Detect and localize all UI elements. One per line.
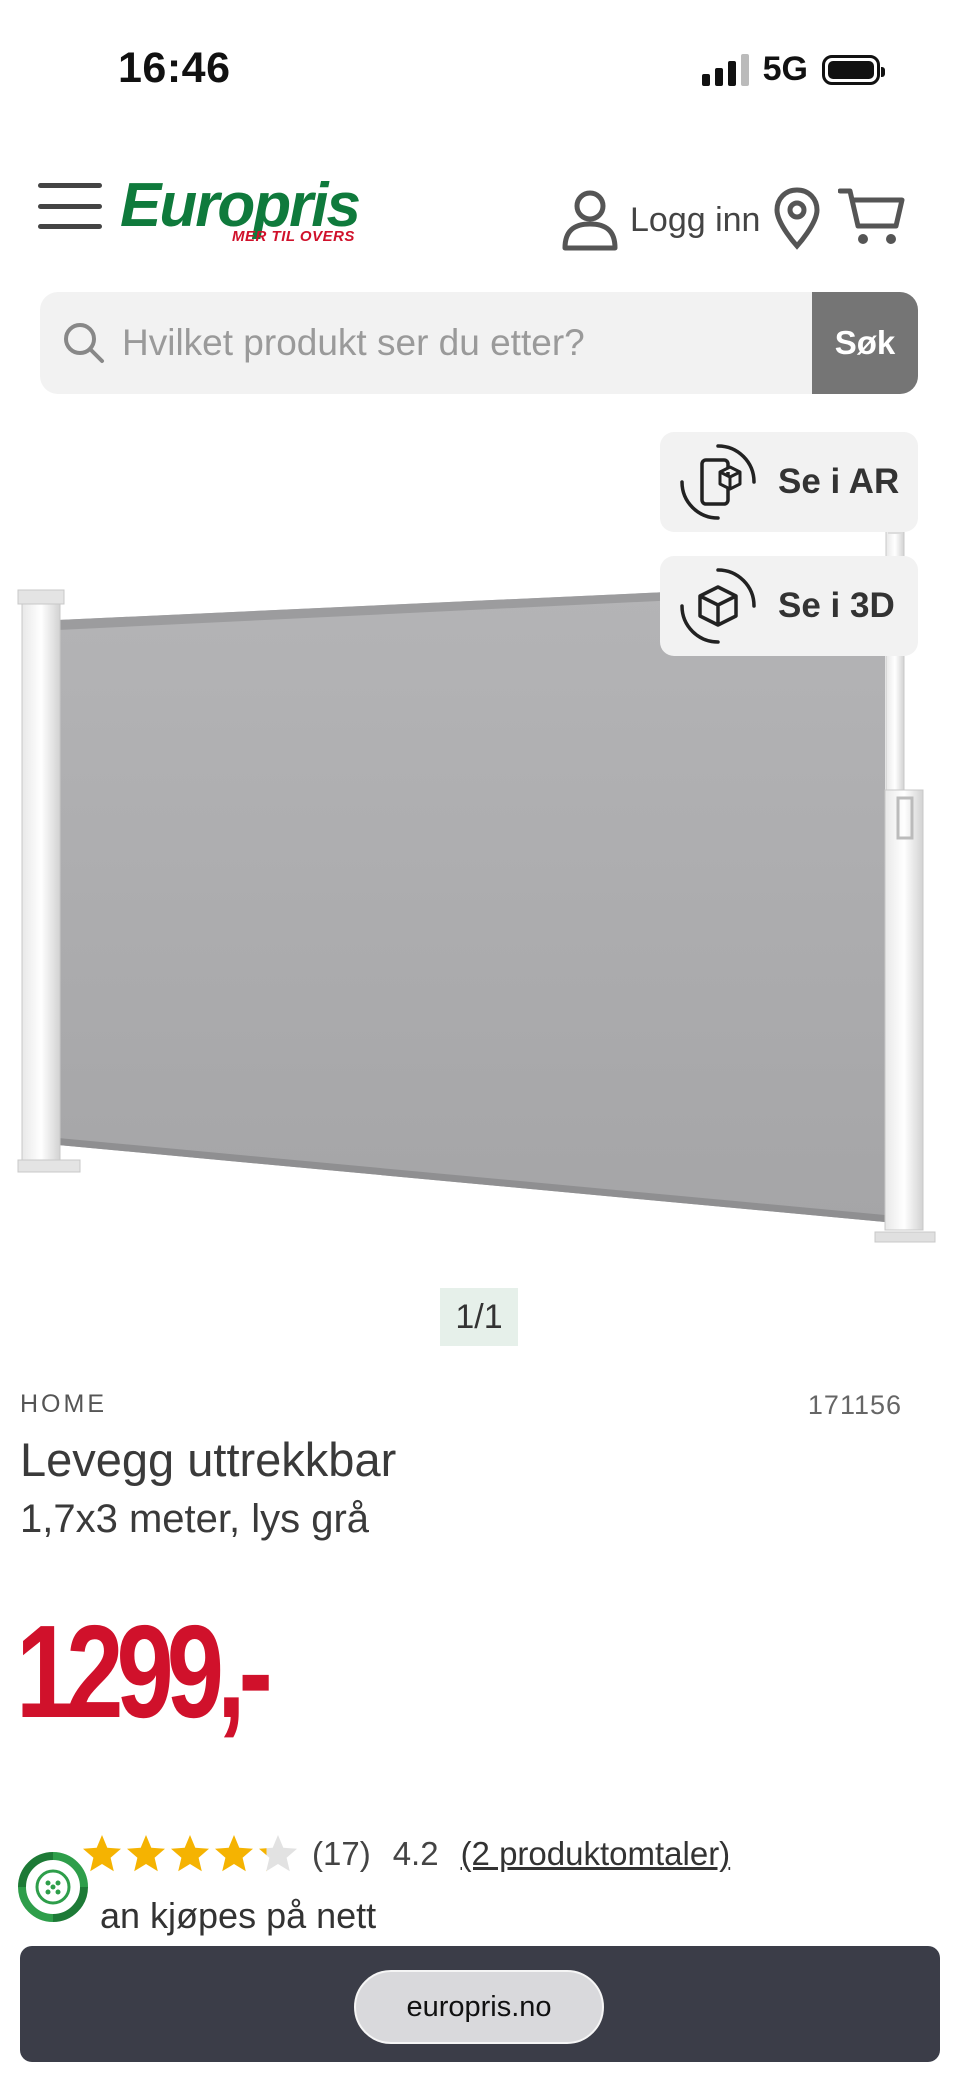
rating-star xyxy=(215,1835,253,1872)
battery-icon xyxy=(822,54,885,85)
3d-label: Se i 3D xyxy=(778,586,895,625)
rating-star xyxy=(127,1835,165,1872)
product-price: 1299,- xyxy=(16,1598,273,1745)
menu-icon-line xyxy=(38,183,102,188)
search-input[interactable] xyxy=(112,292,812,394)
ar-label: Se i AR xyxy=(778,462,900,501)
ar-icon xyxy=(680,444,756,520)
product-sku: 171156 xyxy=(807,1390,902,1420)
status-time: 16:46 xyxy=(118,44,231,92)
menu-icon-line xyxy=(38,224,102,229)
search-bar: Søk xyxy=(40,292,918,394)
3d-cube-icon xyxy=(680,568,756,644)
product-subtitle: 1,7x3 meter, lys grå xyxy=(20,1497,370,1541)
search-icon xyxy=(56,315,112,371)
availability-text: an kjøpes på nett xyxy=(100,1895,377,1936)
menu-icon-line xyxy=(38,203,102,209)
network-label: 5G xyxy=(762,50,808,88)
logo-text: Europris xyxy=(120,171,361,240)
rating-row: (17) 4.2 (2 produktomtaler) xyxy=(80,1832,730,1876)
product-brand: HOME xyxy=(20,1390,107,1418)
rating-stars xyxy=(80,1832,300,1876)
rating-star xyxy=(171,1835,209,1872)
user-icon xyxy=(562,190,618,251)
logo-tagline: MER TIL OVERS xyxy=(232,228,355,245)
rating-value: 4.2 xyxy=(392,1835,439,1872)
star-rating-icon xyxy=(83,1835,297,1872)
europris-logo[interactable]: Europris MER TIL OVERS xyxy=(120,171,361,246)
cart-icon[interactable] xyxy=(838,186,906,248)
rating-star xyxy=(259,1835,297,1872)
signal-icon xyxy=(701,53,749,86)
login-label: Logg inn xyxy=(630,200,761,239)
login-button[interactable]: Logg inn xyxy=(560,188,760,252)
rating-count: (17) xyxy=(312,1835,371,1872)
sustainability-badge-icon[interactable] xyxy=(14,1848,92,1926)
menu-button[interactable] xyxy=(38,183,102,229)
location-pin-icon[interactable] xyxy=(772,186,822,250)
reviews-link[interactable]: (2 produktomtaler) xyxy=(461,1835,731,1873)
view-in-3d-button[interactable]: Se i 3D xyxy=(660,556,918,656)
product-title: Levegg uttrekkbar xyxy=(20,1433,397,1486)
search-button[interactable]: Søk xyxy=(812,292,918,394)
url-bar[interactable]: europris.no xyxy=(354,1970,604,2044)
gallery-counter: 1/1 xyxy=(440,1288,518,1346)
view-in-ar-button[interactable]: Se i AR xyxy=(660,432,918,532)
status-indicators: 5G xyxy=(701,50,885,89)
